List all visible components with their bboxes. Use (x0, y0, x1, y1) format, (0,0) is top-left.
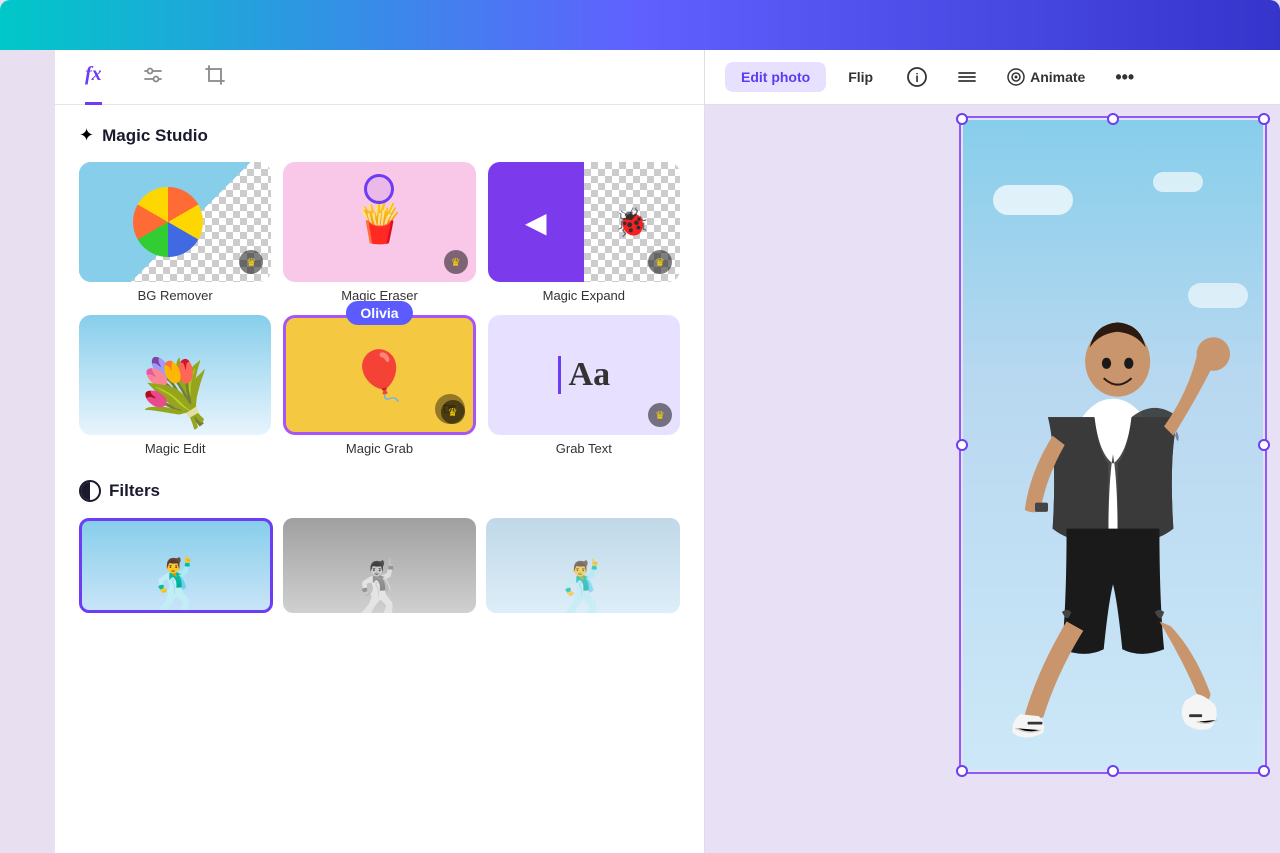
magic-grab-label: Magic Grab (346, 441, 413, 456)
tools-grid: ♛ BG Remover 🍟 ♛ Magic Eraser (79, 162, 680, 456)
magic-edit-label: Magic Edit (145, 441, 206, 456)
crown-badge-magic-expand: ♛ (648, 250, 672, 274)
app-container: fx (55, 50, 1280, 853)
handle-top-center[interactable] (1107, 113, 1119, 125)
handle-middle-left[interactable] (956, 439, 968, 451)
handle-bottom-right[interactable] (1258, 765, 1270, 777)
browser-chrome (0, 0, 1280, 50)
tab-effects[interactable]: fx (85, 50, 102, 105)
tab-crop[interactable] (204, 50, 226, 105)
magic-grab-thumb: 🎈 ☞ ♛ (283, 315, 475, 435)
filters-icon (79, 480, 101, 502)
animate-button[interactable]: Animate (995, 61, 1097, 93)
bg-remover-thumb: ♛ (79, 162, 271, 282)
magic-star-icon: ✦ (79, 125, 94, 146)
bg-remover-label: BG Remover (138, 288, 213, 303)
magic-expand-thumb: ◀ 🐞 ♛ (488, 162, 680, 282)
edit-toolbar: Edit photo Flip i (705, 50, 1280, 105)
tool-card-grab-text[interactable]: Aa ♛ Grab Text (488, 315, 680, 456)
magic-eraser-thumb: 🍟 ♛ (283, 162, 475, 282)
crown-badge-magic-eraser: ♛ (444, 250, 468, 274)
tool-card-bg-remover[interactable]: ♛ BG Remover (79, 162, 271, 303)
tool-card-magic-expand[interactable]: ◀ 🐞 ♛ Magic Expand (488, 162, 680, 303)
info-button[interactable]: i (895, 60, 939, 94)
photo-container[interactable] (963, 120, 1263, 770)
tools-panel: fx (55, 50, 705, 853)
magic-studio-header: ✦ Magic Studio (79, 125, 680, 146)
canvas-area: Edit photo Flip i (705, 50, 1280, 853)
tool-card-magic-edit[interactable]: 💐 Magic Edit (79, 315, 271, 456)
flip-button[interactable]: Flip (832, 62, 889, 92)
more-options-button[interactable]: ••• (1103, 60, 1146, 95)
filter-fade[interactable]: 🕺 (486, 518, 680, 613)
filter-mono[interactable]: 🕺 (283, 518, 477, 613)
handle-bottom-left[interactable] (956, 765, 968, 777)
svg-text:i: i (915, 71, 918, 85)
magic-edit-thumb: 💐 (79, 315, 271, 435)
filters-header: Filters (79, 480, 680, 502)
jumping-man-photo (963, 120, 1263, 770)
magic-expand-label: Magic Expand (543, 288, 625, 303)
panel-content: ✦ Magic Studio ♛ BG Remover (55, 105, 704, 853)
tab-bar: fx (55, 50, 704, 105)
edit-photo-button[interactable]: Edit photo (725, 62, 826, 92)
grab-text-thumb: Aa ♛ (488, 315, 680, 435)
olivia-badge: Olivia (346, 301, 412, 325)
position-button[interactable] (945, 60, 989, 94)
magic-studio-title: Magic Studio (102, 126, 208, 146)
tool-card-magic-grab[interactable]: Olivia 🎈 ☞ ♛ Magic Grab (283, 315, 475, 456)
crown-badge-magic-grab: ♛ (441, 400, 465, 424)
grab-text-label: Grab Text (556, 441, 612, 456)
handle-middle-right[interactable] (1258, 439, 1270, 451)
handle-top-right[interactable] (1258, 113, 1270, 125)
handle-top-left[interactable] (956, 113, 968, 125)
filters-grid: 🕺 🕺 🕺 (79, 518, 680, 613)
handle-bottom-center[interactable] (1107, 765, 1119, 777)
filters-title: Filters (109, 481, 160, 501)
animate-label: Animate (1030, 69, 1085, 85)
crown-badge-grab-text: ♛ (648, 403, 672, 427)
person-svg (963, 120, 1263, 770)
tab-adjust[interactable] (142, 50, 164, 105)
content-area: fx (55, 50, 1280, 853)
filter-original[interactable]: 🕺 (79, 518, 273, 613)
tool-card-magic-eraser[interactable]: 🍟 ♛ Magic Eraser (283, 162, 475, 303)
